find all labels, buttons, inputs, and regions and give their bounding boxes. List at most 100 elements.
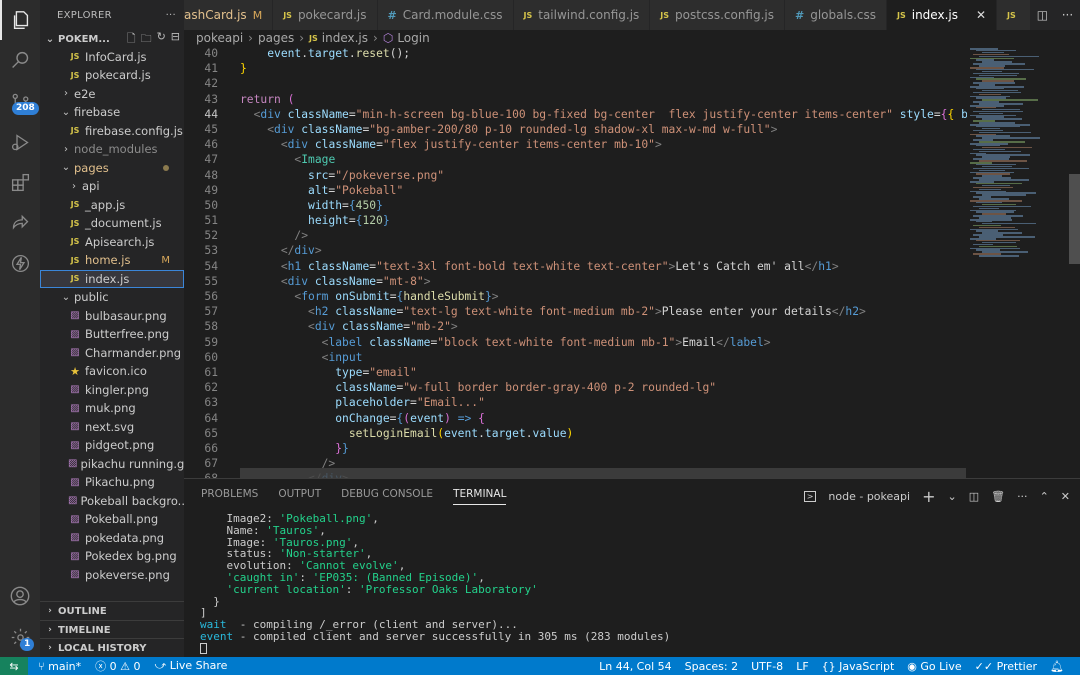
explorer-icon[interactable] [0,0,40,40]
new-file-icon[interactable]: 🗋 [127,30,136,49]
tree-item[interactable]: ▨ pikachu running.gif [40,455,184,474]
collapse-all-icon[interactable]: ⊟ [171,30,180,49]
terminal-name[interactable]: node - pokeapi [828,490,910,503]
code-editor[interactable]: 40 event.target.reset(); 41} 42 43 return (4… [184,46,967,478]
editor-tab[interactable]: JS postcss.config.js [650,0,785,30]
tree-item[interactable]: ⌄ firebase [40,103,184,122]
tree-item[interactable]: ▨ bulbasaur.png [40,307,184,326]
editor-tab[interactable]: ashCard.js M [184,0,274,30]
tree-item[interactable]: ▨ Pikachu.png [40,473,184,492]
run-debug-icon[interactable] [0,122,40,162]
split-editor-icon[interactable]: ◫ [1037,8,1048,22]
indentation[interactable]: Spaces: 2 [685,660,738,673]
panel-tab[interactable]: PROBLEMS [201,488,258,500]
split-terminal-icon[interactable]: ◫ [969,490,979,503]
terminal-prompt[interactable] [200,643,1070,655]
terminal-output[interactable]: Image2: 'Pokeball.png', Name: 'Tauros', … [200,513,1070,655]
code-line[interactable]: 43 return ( [184,92,967,107]
code-line[interactable]: 42 [184,76,967,91]
line-ending[interactable]: LF [796,660,808,673]
tree-item[interactable]: ▨ muk.png [40,399,184,418]
live-share-icon[interactable] [0,202,40,242]
editor-tab[interactable]: JS pokecard.js [273,0,378,30]
horizontal-scrollbar[interactable] [240,468,966,478]
breadcrumb-item[interactable]: index.js [322,31,368,45]
breadcrumb-item[interactable]: pokeapi [196,31,243,45]
tree-item[interactable]: ▨ pokeverse.png [40,566,184,585]
tree-item[interactable]: › e2e [40,85,184,104]
cursor-position[interactable]: Ln 44, Col 54 [599,660,672,673]
tree-item[interactable]: JS firebase.config.js [40,122,184,141]
prettier-status[interactable]: ✓✓ Prettier [975,660,1037,673]
code-line[interactable]: 47 <Image [184,152,967,167]
code-line[interactable]: 41} [184,61,967,76]
code-line[interactable]: 45 <div className="bg-amber-200/80 p-10 … [184,122,967,137]
editor-tab[interactable]: JS index.js ✕ [886,0,998,30]
new-folder-icon[interactable]: 🗀 [141,30,152,49]
search-icon[interactable] [0,40,40,80]
code-line[interactable]: 48 src="/pokeverse.png" [184,168,967,183]
close-icon[interactable]: ✕ [976,8,986,22]
code-line[interactable]: 61 type="email" [184,365,967,380]
code-line[interactable]: 40 event.target.reset(); [184,46,967,61]
code-line[interactable]: 51 height={120} [184,213,967,228]
tree-item[interactable]: ⌄ pages [40,159,184,178]
vertical-scrollbar[interactable] [1069,174,1080,264]
tree-item[interactable]: ▨ next.svg [40,418,184,437]
close-icon[interactable]: ✕ [1061,490,1070,503]
code-line[interactable]: 63 placeholder="Email..." [184,395,967,410]
minimap[interactable] [967,46,1080,478]
project-folder[interactable]: ⌄ POKEM... 🗋 🗀 ↻ ⊟ [40,30,184,48]
tree-item[interactable]: ⌄ public [40,288,184,307]
tree-item[interactable]: JS InfoCard.js [40,48,184,67]
add-terminal-icon[interactable]: + [922,487,935,506]
code-line[interactable]: 44 <div className="min-h-screen bg-blue-… [184,107,967,122]
problems-status[interactable]: ⓧ 0 ⚠ 0 [95,658,140,674]
panel-tab[interactable]: OUTPUT [278,488,321,500]
editor-tab[interactable]: JS [997,0,1033,30]
tree-item[interactable]: ▨ kingler.png [40,381,184,400]
tree-item[interactable]: JS Apisearch.js [40,233,184,252]
editor-tab[interactable]: # globals.css [785,0,887,30]
more-actions-icon[interactable]: ··· [166,10,176,21]
code-line[interactable]: 46 <div className="flex justify-center i… [184,137,967,152]
code-line[interactable]: 50 width={450} [184,198,967,213]
breadcrumb-item[interactable]: pages [258,31,294,45]
more-actions-icon[interactable]: ··· [1062,8,1073,22]
go-live-button[interactable]: ◉ Go Live [907,660,961,673]
notifications-bell-icon[interactable]: 🔔︎ [1050,660,1064,673]
lightning-icon[interactable] [0,243,40,283]
tree-item[interactable]: ▨ Pokeball.png [40,510,184,529]
timeline-section[interactable]: › TIMELINE [40,620,184,639]
more-actions-icon[interactable]: ··· [1017,490,1028,503]
account-icon[interactable] [0,576,40,616]
editor-tab[interactable]: JS tailwind.config.js [513,0,651,30]
tree-item[interactable]: JS home.js M [40,251,184,270]
code-line[interactable]: 62 className="w-full border border-gray-… [184,380,967,395]
tree-item[interactable]: ▨ pokedata.png [40,529,184,548]
code-line[interactable]: 54 <h1 className="text-3xl font-bold tex… [184,259,967,274]
chevron-down-icon[interactable]: ⌄ [947,490,956,503]
panel-tab[interactable]: TERMINAL [453,488,507,505]
tree-item[interactable]: ▨ Charmander.png [40,344,184,363]
branch-status[interactable]: ⑂ main* [38,660,81,673]
source-control-icon[interactable]: 208 [0,82,40,122]
tree-item[interactable]: ▨ Butterfree.png [40,325,184,344]
tree-item[interactable]: JS _app.js [40,196,184,215]
remote-icon[interactable]: ⇆ [0,657,28,675]
maximize-panel-icon[interactable]: ⌃ [1040,490,1049,503]
tree-item[interactable]: › node_modules [40,140,184,159]
code-line[interactable]: 55 <div className="mt-8"> [184,274,967,289]
code-line[interactable]: 53 </div> [184,243,967,258]
outline-section[interactable]: › OUTLINE [40,601,184,620]
tree-item[interactable]: ★ favicon.ico [40,362,184,381]
tree-item[interactable]: JS _document.js [40,214,184,233]
tree-item[interactable]: ▨ Pokeball backgro... [40,492,184,511]
code-line[interactable]: 64 onChange={(event) => { [184,411,967,426]
editor-tab[interactable]: # Card.module.css [377,0,514,30]
code-line[interactable]: 58 <div className="mb-2"> [184,319,967,334]
code-line[interactable]: 56 <form onSubmit={handleSubmit}> [184,289,967,304]
extensions-icon[interactable] [0,162,40,202]
code-line[interactable]: 65 setLoginEmail(event.target.value) [184,426,967,441]
breadcrumb-item[interactable]: Login [397,31,429,45]
